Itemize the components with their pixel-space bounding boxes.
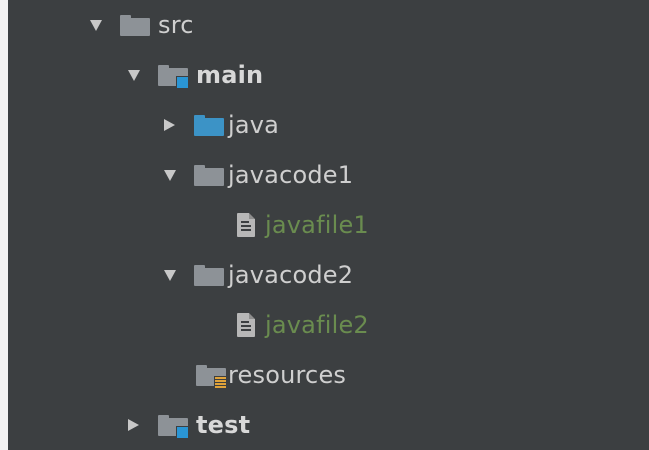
tree-node-test[interactable]: test (128, 400, 250, 450)
tree-node-javacode1[interactable]: javacode1 (164, 150, 353, 200)
test-root-folder-icon (158, 414, 189, 439)
tree-node-label: java (228, 111, 280, 139)
text-file-icon (237, 213, 255, 237)
tree-node-label: javafile2 (265, 311, 369, 339)
tree-node-label: javafile1 (265, 211, 369, 239)
tree-node-javafile1[interactable]: javafile1 (237, 200, 369, 250)
tree-node-javacode2[interactable]: javacode2 (164, 250, 353, 300)
tree-node-src[interactable]: src (90, 0, 194, 50)
resources-root-folder-icon (196, 364, 227, 390)
folder-icon (194, 164, 224, 186)
expand-arrow-down-icon[interactable] (164, 150, 194, 200)
source-package-folder-icon (194, 114, 224, 136)
tree-node-javafile2[interactable]: javafile2 (237, 300, 369, 350)
collapse-arrow-right-icon[interactable] (164, 100, 194, 150)
project-tree-panel: src main java javacode1 javafile1 javaco… (8, 0, 649, 450)
source-root-folder-icon (158, 64, 189, 89)
tree-node-main[interactable]: main (128, 50, 263, 100)
tree-node-label: test (196, 411, 251, 439)
tree-node-java[interactable]: java (164, 100, 279, 150)
tree-node-label: javacode2 (228, 261, 354, 289)
tree-node-label: javacode1 (228, 161, 354, 189)
tree-node-label: main (196, 61, 264, 89)
expand-arrow-down-icon[interactable] (128, 50, 158, 100)
folder-icon (194, 264, 224, 286)
tree-node-resources[interactable]: resources (196, 350, 346, 400)
expand-arrow-down-icon[interactable] (164, 250, 194, 300)
expand-arrow-down-icon[interactable] (90, 0, 120, 50)
collapse-arrow-right-icon[interactable] (128, 400, 158, 450)
tree-node-label: src (158, 11, 194, 39)
text-file-icon (237, 313, 255, 337)
folder-icon (120, 14, 150, 36)
tree-node-label: resources (228, 361, 347, 389)
